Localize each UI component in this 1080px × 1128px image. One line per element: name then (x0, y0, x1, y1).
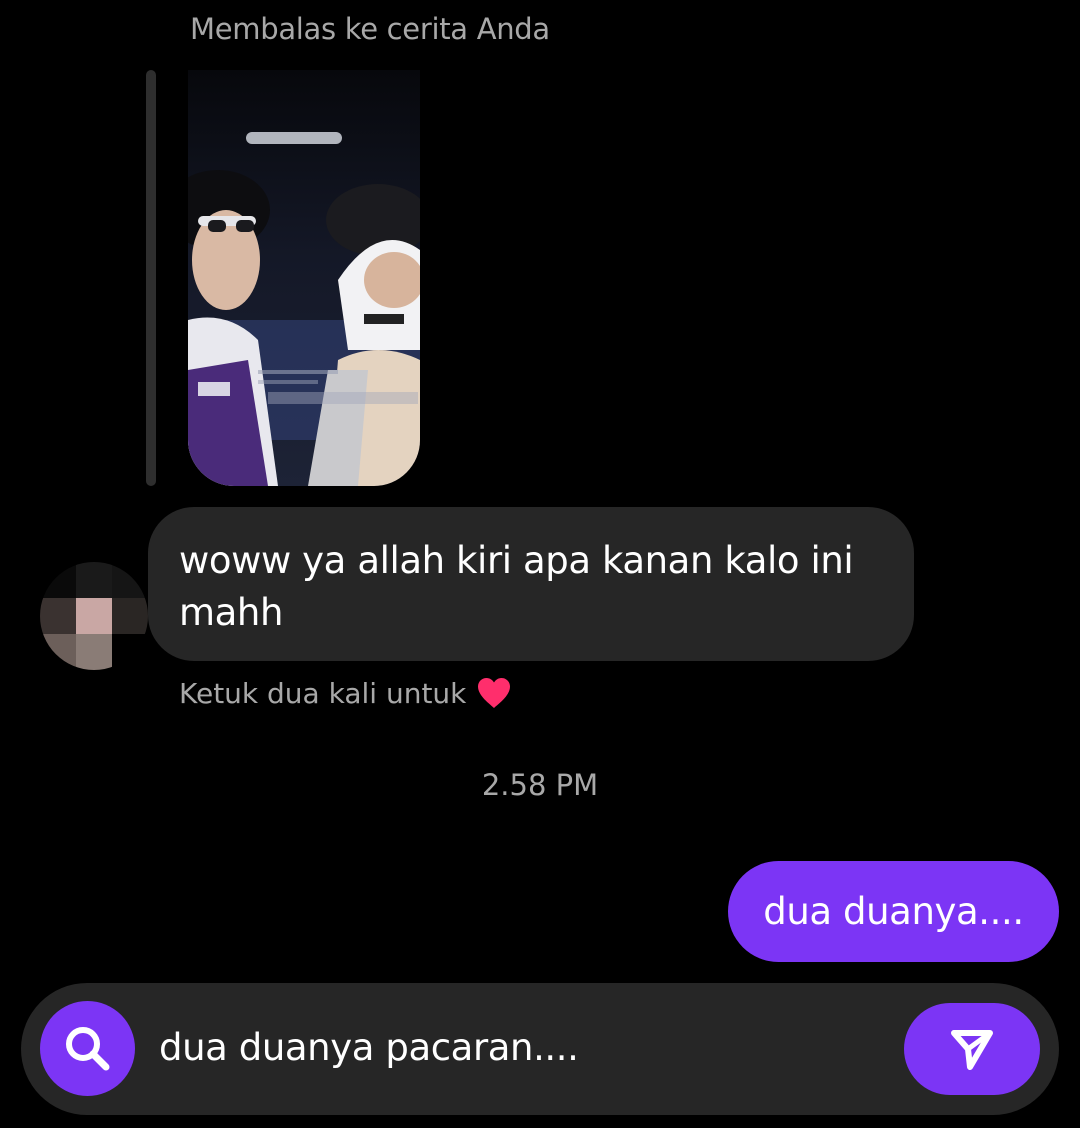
avatar-pixel (112, 598, 148, 634)
avatar-pixel (40, 634, 76, 670)
avatar-pixel (76, 634, 112, 670)
avatar-pixel (76, 598, 112, 634)
search-icon (65, 1026, 109, 1070)
outgoing-message-bubble[interactable]: dua duanya.... (728, 861, 1059, 962)
search-button[interactable] (40, 1001, 135, 1096)
message-timestamp: 2.58 PM (481, 768, 599, 802)
heart-icon (478, 678, 511, 708)
send-button[interactable] (904, 1003, 1040, 1095)
double-tap-hint: Ketuk dua kali untuk (179, 676, 512, 710)
story-thumbnail[interactable] (188, 70, 420, 486)
avatar-pixel (40, 562, 76, 598)
message-composer (21, 983, 1059, 1115)
avatar-pixel (112, 562, 148, 598)
message-input[interactable] (159, 1017, 889, 1077)
story-thumbnail-image (188, 70, 420, 486)
double-tap-hint-text: Ketuk dua kali untuk (179, 676, 467, 710)
send-icon (951, 1030, 993, 1070)
sender-avatar[interactable] (40, 562, 148, 670)
reply-indicator-bar (146, 70, 156, 486)
avatar-pixel (76, 562, 112, 598)
avatar-pixel (112, 634, 148, 670)
avatar-pixel (40, 598, 76, 634)
story-reply-header: Membalas ke cerita Anda (190, 12, 550, 46)
incoming-message-bubble[interactable]: woww ya allah kiri apa kanan kalo ini ma… (148, 507, 914, 661)
